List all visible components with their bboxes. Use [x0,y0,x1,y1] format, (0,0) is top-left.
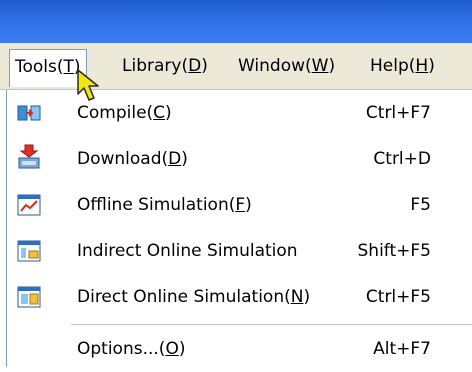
compile-icon [17,102,41,124]
menu-window[interactable]: Window(W) [233,51,340,81]
direct-online-simulation-label: Direct Online Simulation(N) [77,287,311,307]
offline-simulation-shortcut: F5 [410,195,431,215]
menu-item-indirect-online-simulation[interactable]: Indirect Online Simulation Shift+F5 [7,228,472,274]
compile-shortcut: Ctrl+F7 [365,103,431,123]
menu-bar: Tools(T) Library(D) Window(W) Help(H) [0,43,472,90]
indirect-online-simulation-label: Indirect Online Simulation [77,241,298,261]
download-label: Download(D) [77,149,188,169]
menu-tools[interactable]: Tools(T) [9,49,87,87]
indirect-online-simulation-icon [17,240,41,262]
options-shortcut: Alt+F7 [373,339,431,359]
offline-simulation-icon [17,194,41,216]
menu-item-compile[interactable]: Compile(C) Ctrl+F7 [7,90,472,136]
compile-label: Compile(C) [77,103,172,123]
menu-item-options[interactable]: Options...(O) Alt+F7 [7,326,472,372]
menu-item-offline-simulation[interactable]: Offline Simulation(F) F5 [7,182,472,228]
download-shortcut: Ctrl+D [373,149,431,169]
menu-item-download[interactable]: Download(D) Ctrl+D [7,136,472,182]
options-label: Options...(O) [77,339,186,359]
menu-library[interactable]: Library(D) [117,51,213,81]
window-titlebar [0,0,472,43]
menu-help[interactable]: Help(H) [365,51,440,81]
download-icon [17,144,41,170]
direct-online-simulation-icon [17,286,41,308]
direct-online-simulation-shortcut: Ctrl+F5 [365,287,431,307]
menu-item-direct-online-simulation[interactable]: Direct Online Simulation(N) Ctrl+F5 [7,274,472,320]
offline-simulation-label: Offline Simulation(F) [77,195,252,215]
tools-dropdown-menu: Compile(C) Ctrl+F7 Download(D) Ctrl+D Of… [6,90,472,367]
menu-separator [71,324,472,325]
indirect-online-simulation-shortcut: Shift+F5 [357,241,431,261]
